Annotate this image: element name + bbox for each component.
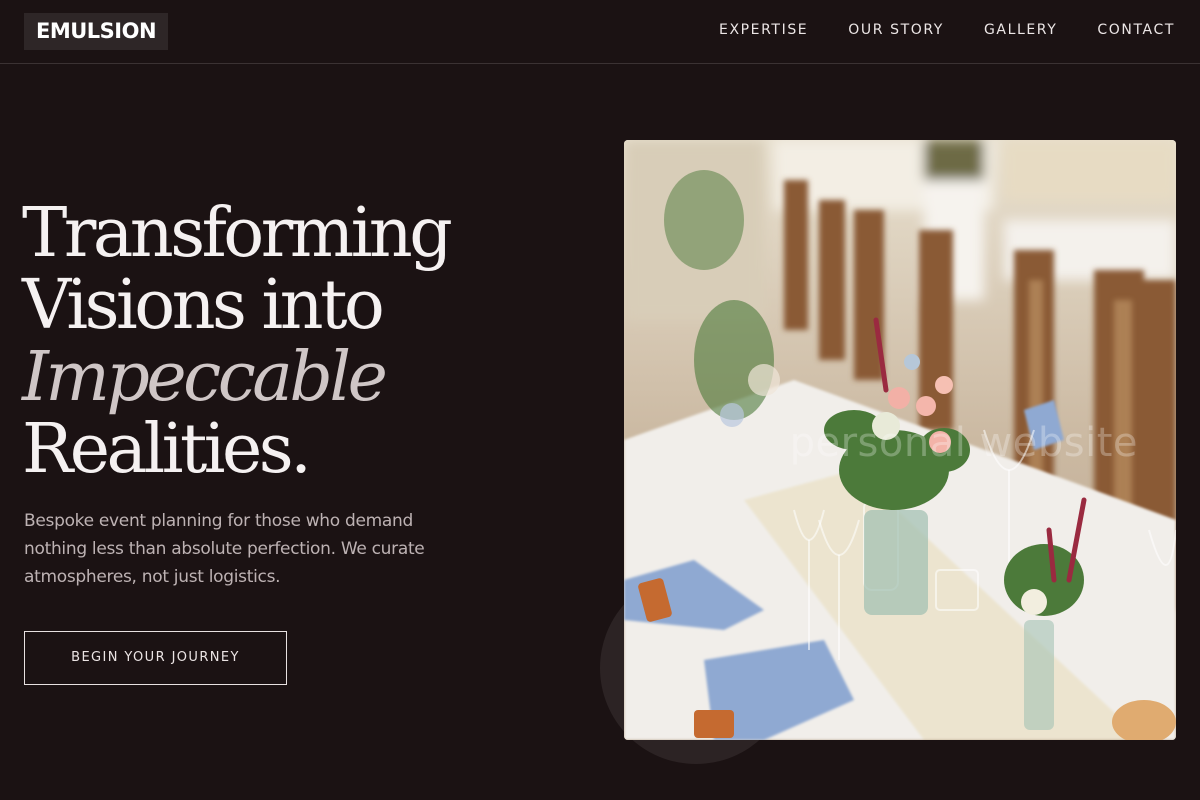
brand-logo[interactable]: EMULSION	[24, 13, 169, 50]
nav-link-expertise[interactable]: EXPERTISE	[719, 20, 808, 40]
headline-line-4: Realities.	[22, 410, 312, 489]
nav-link-contact[interactable]: CONTACT	[1097, 20, 1175, 40]
main-nav: EXPERTISE OUR STORY GALLERY CONTACT	[679, 20, 1175, 40]
hero-image-wedding-table: personal website	[624, 140, 1176, 740]
nav-link-our-story[interactable]: OUR STORY	[848, 20, 944, 40]
headline-accent-word: Impeccable	[22, 338, 388, 417]
hero-subtitle: Bespoke event planning for those who dem…	[24, 511, 425, 587]
nav-link-gallery[interactable]: GALLERY	[984, 20, 1057, 40]
site-header: EMULSION EXPERTISE OUR STORY GALLERY CON…	[0, 0, 1200, 64]
headline-line-2: Visions into	[22, 266, 385, 345]
begin-journey-button[interactable]: BEGIN YOUR JOURNEY	[24, 631, 287, 685]
headline-line-1: Transforming	[22, 194, 453, 273]
hero-headline: Transforming Visions into Impeccable Rea…	[22, 198, 582, 486]
landing-page: EMULSION EXPERTISE OUR STORY GALLERY CON…	[0, 0, 1200, 800]
image-watermark: personal website	[789, 420, 1138, 466]
